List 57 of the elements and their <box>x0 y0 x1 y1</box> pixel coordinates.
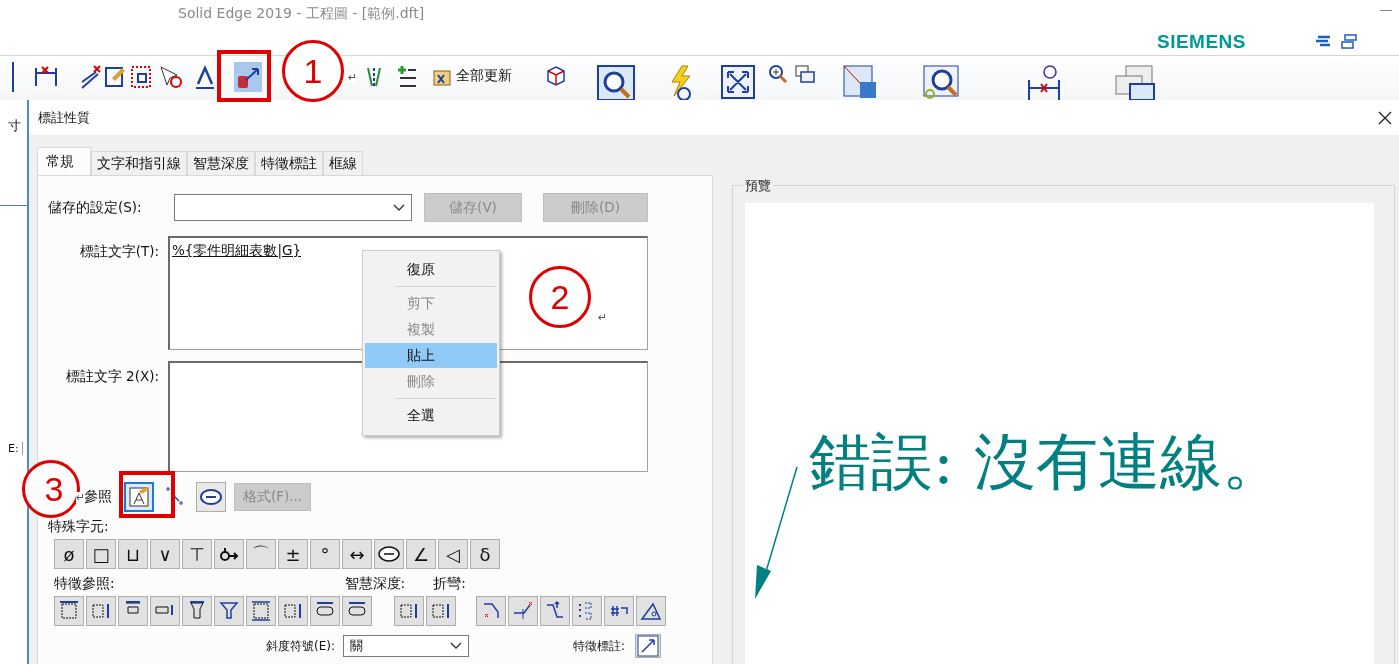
dimension-icon[interactable] <box>1026 64 1062 100</box>
menu-item[interactable]: 全選 <box>365 403 497 428</box>
window-title: Solid Edge 2019 - 工程圖 - [範例.dft] <box>178 5 425 23</box>
magnifier-icon[interactable] <box>596 64 636 100</box>
update-all-button[interactable]: 全部更新 <box>432 62 524 90</box>
dialog-title: 標註性質 <box>38 108 90 127</box>
leader-icon[interactable] <box>636 634 661 658</box>
symbol-button[interactable]: ◁ <box>438 539 468 569</box>
symbol-button[interactable]: ± <box>278 539 308 569</box>
tab[interactable]: 常規 <box>37 147 91 175</box>
slope-symbol-dropdown[interactable]: 關 <box>343 635 469 657</box>
field-label: 標註文字 2(X): <box>64 367 160 386</box>
reference-label: 參照 <box>84 488 112 506</box>
tab[interactable]: 智慧深度 <box>187 151 255 175</box>
menu-item[interactable]: 貼上 <box>365 343 497 368</box>
step-number: 1 <box>282 40 344 102</box>
symbol-button[interactable]: ∠ <box>406 539 436 569</box>
tab[interactable]: 框線 <box>323 151 363 175</box>
symbol-button[interactable]: ° <box>310 539 340 569</box>
cross-line-icon[interactable] <box>80 64 102 92</box>
close-icon[interactable] <box>1378 110 1392 125</box>
step-number: 2 <box>529 266 591 328</box>
field-label: 標註文字(T): <box>78 242 160 261</box>
symbol-button[interactable]: ∨ <box>150 539 180 569</box>
brand-logo: SIEMENS <box>1157 30 1247 53</box>
preview-message: 錯誤: 沒有連線。 <box>808 424 1285 493</box>
highlight-frame <box>217 50 271 102</box>
tab[interactable]: 特徵標註 <box>255 151 323 175</box>
field-label: 儲存的設定(S): <box>48 198 143 217</box>
field-label: 斜度符號(E): <box>266 637 335 655</box>
symbol-button[interactable]: □ <box>86 539 116 569</box>
highlight-frame <box>119 471 175 518</box>
text-style-icon[interactable] <box>194 64 216 92</box>
saved-settings-dropdown[interactable] <box>174 194 412 221</box>
symbol-button[interactable]: ⊤ <box>182 539 212 569</box>
ribbon-toggle-icon[interactable] <box>1340 33 1359 50</box>
menu-item[interactable]: 復原 <box>365 257 497 282</box>
paragraph-mark: ↵ <box>348 72 358 85</box>
section-label: 智慧深度: <box>344 575 406 593</box>
windows-icon[interactable] <box>1114 64 1156 100</box>
symbol-button[interactable]: ↔ <box>342 539 372 569</box>
section-label: 特殊字元: <box>48 518 110 536</box>
symbol-button[interactable]: ⊔ <box>118 539 148 569</box>
hole-icon[interactable] <box>249 599 273 623</box>
symbol-button[interactable]: ⌒ <box>246 539 276 569</box>
magnifier-icon[interactable] <box>922 64 962 100</box>
section-label: 特徵參照: <box>54 575 115 593</box>
background-text: E: <box>8 442 23 455</box>
fit-view-icon[interactable] <box>720 64 756 100</box>
tab[interactable]: 文字和指引線 <box>91 151 187 175</box>
background-text: 寸 <box>8 117 22 135</box>
field-label: 特徵標註: <box>573 637 626 655</box>
symbol-button[interactable]: ø <box>54 539 84 569</box>
section-label: 折彎: <box>433 575 466 593</box>
symbol-button[interactable]: δ <box>470 539 500 569</box>
group-label: 預覽 <box>743 177 773 195</box>
text-frame-icon[interactable] <box>127 485 151 509</box>
